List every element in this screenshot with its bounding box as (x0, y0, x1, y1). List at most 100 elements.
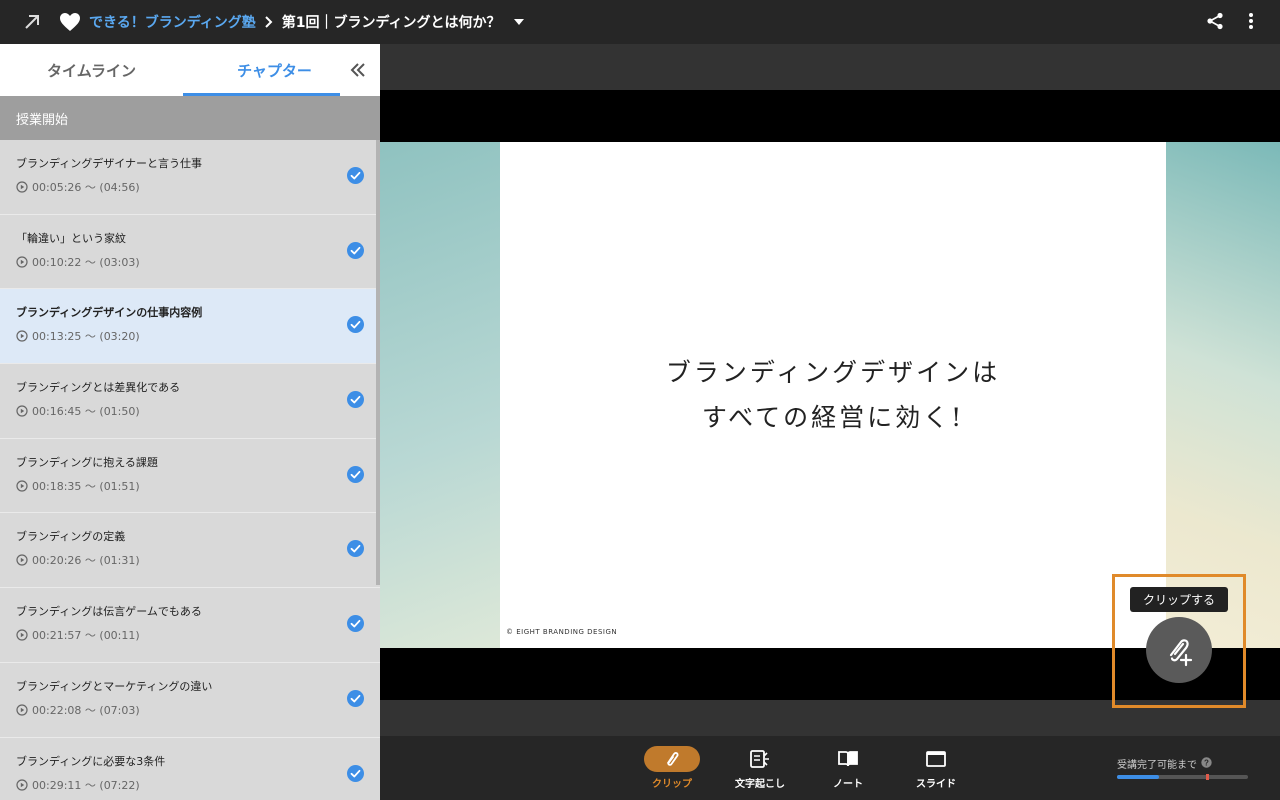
chapter-time: 00:10:22 〜 (03:03) (16, 254, 380, 270)
collapse-sidebar-icon[interactable] (346, 58, 370, 82)
chapter-title: ブランディングデザインの仕事内容例 (16, 306, 203, 320)
play-circle-icon (16, 480, 28, 492)
play-circle-icon (16, 778, 28, 791)
chapter-item[interactable]: ブランディングデザイナーと言う仕事 00:05:26 〜 (04:56) (0, 140, 380, 215)
chapter-time-text: 00:18:35 〜 (01:51) (32, 479, 140, 493)
play-circle-icon (16, 629, 28, 641)
tab-timeline[interactable]: タイムライン (0, 44, 183, 96)
paperclip-plus-icon (1169, 639, 1193, 667)
check-circle-icon (347, 689, 364, 707)
section-header: 授業開始 (0, 96, 380, 140)
chapter-time: 00:05:26 〜 (04:56) (16, 179, 380, 195)
completion-threshold-marker (1206, 774, 1210, 780)
clip-tooltip: クリップする (1130, 587, 1228, 612)
course-title-link[interactable]: できる！ブランディング塾 (89, 12, 256, 32)
chapter-time: 00:29:11 〜 (07:22) (16, 777, 380, 793)
clip-tool-label: クリップ (652, 779, 692, 790)
top-bar: できる！ブランディング塾 第1回｜ブランディングとは何か？ (0, 0, 1280, 44)
sidebar-tabs: タイムライン チャプター (0, 44, 380, 96)
slide-background-left (380, 142, 500, 648)
note-tool-label: ノート (833, 779, 863, 790)
check-circle-icon (347, 241, 364, 259)
slide-card: ブランディングデザインは すべての経営に効く! © EIGHT BRANDING… (500, 142, 1166, 648)
chapter-title: ブランディングとマーケティングの違い (16, 679, 213, 693)
chapter-title: ブランディングデザイナーと言う仕事 (16, 157, 203, 170)
chapter-title: ブランディングに必要な3条件 (16, 754, 166, 768)
chapter-time-text: 00:20:26 〜 (01:31) (32, 554, 140, 568)
note-tool-button[interactable]: ノート (808, 746, 888, 790)
more-vertical-icon[interactable] (1240, 10, 1262, 32)
transcript-icon (732, 746, 788, 772)
slide-headline: ブランディングデザインは すべての経営に効く! (500, 350, 1166, 440)
completion-progress-label: 受講完了可能まで ? (1117, 756, 1212, 771)
lesson-title[interactable]: 第1回｜ブランディングとは何か？ (282, 12, 501, 32)
chapter-title: ブランディングとは差異化である (16, 381, 181, 395)
chapter-time: 00:18:35 〜 (01:51) (16, 478, 380, 494)
transcript-tool-button[interactable]: 文字起こし (720, 746, 800, 790)
bottom-toolbar: クリップ 文字起こし ノート スライド 受講完了可能まで ? (380, 736, 1280, 800)
video-player[interactable]: ブランディングデザインは すべての経営に効く! © EIGHT BRANDING… (380, 44, 1280, 736)
chapter-sidebar: タイムライン チャプター 授業開始 ブランディングデザイナーと言う仕事 00:05… (0, 44, 380, 800)
chapter-item[interactable]: ブランディングは伝言ゲームでもある 00:21:57 〜 (00:11) (0, 588, 380, 663)
completion-progress-bar (1117, 774, 1248, 780)
check-circle-icon (347, 391, 364, 409)
chapter-time: 00:13:25 〜 (03:20) (16, 328, 380, 344)
slide-tool-label: スライド (916, 779, 956, 790)
check-circle-icon (347, 316, 364, 334)
transcript-tool-label: 文字起こし (735, 779, 785, 790)
chapter-item[interactable]: ブランディングデザインの仕事内容例 00:13:25 〜 (03:20) (0, 289, 380, 365)
slide-tool-button[interactable]: スライド (896, 746, 976, 790)
chapter-title: ブランディングは伝言ゲームでもある (16, 605, 202, 619)
chapter-time: 00:21:57 〜 (00:11) (16, 627, 380, 643)
chapter-item[interactable]: ブランディングの定義 00:20:26 〜 (01:31) (0, 513, 380, 589)
chapter-time: 00:22:08 〜 (07:03) (16, 702, 380, 718)
chapter-time-text: 00:16:45 〜 (01:50) (32, 405, 140, 419)
chapter-item[interactable]: ブランディングに必要な3条件 00:29:11 〜 (07:22) (0, 737, 380, 800)
slide-headline-line2: すべての経営に効く! (701, 403, 965, 432)
check-circle-icon (347, 540, 364, 558)
completion-progress-text: 受講完了可能まで (1117, 760, 1197, 771)
slide-icon (908, 746, 964, 772)
tab-chapter[interactable]: チャプター (183, 44, 366, 96)
slide-background-right (1166, 142, 1280, 648)
chevron-right-icon (264, 15, 278, 29)
notebook-icon (820, 746, 876, 772)
completion-progress-fill (1117, 775, 1159, 779)
chapter-time: 00:16:45 〜 (01:50) (16, 403, 380, 419)
play-circle-icon (16, 405, 28, 417)
check-circle-icon (347, 167, 364, 184)
play-circle-icon (16, 554, 28, 567)
slide-headline-line1: ブランディングデザインは (665, 358, 1001, 387)
lecture-slide: ブランディングデザインは すべての経営に効く! © EIGHT BRANDING… (380, 142, 1280, 648)
chapter-title: 「輪違い」という家紋 (16, 231, 126, 245)
chapter-title: ブランディングの定義 (16, 530, 126, 544)
chapter-time: 00:20:26 〜 (01:31) (16, 552, 380, 568)
chapter-time-text: 00:10:22 〜 (03:03) (32, 255, 140, 269)
chapter-time-text: 00:05:26 〜 (04:56) (32, 181, 140, 194)
exit-arrow-icon[interactable] (17, 7, 47, 37)
play-circle-icon (16, 256, 28, 268)
chapter-item[interactable]: ブランディングとは差異化である 00:16:45 〜 (01:50) (0, 364, 380, 439)
chapter-item[interactable]: ブランディングに抱える課題 00:18:35 〜 (01:51) (0, 438, 380, 514)
play-circle-icon (16, 330, 28, 342)
help-icon[interactable]: ? (1201, 756, 1212, 771)
play-circle-icon (16, 704, 28, 716)
chapter-item[interactable]: ブランディングとマーケティングの違い 00:22:08 〜 (07:03) (0, 662, 380, 738)
heart-icon[interactable] (59, 11, 81, 33)
check-circle-icon (347, 465, 364, 483)
chapter-list: ブランディングデザイナーと言う仕事 00:05:26 〜 (04:56) 「輪違い」… (0, 140, 380, 800)
check-circle-icon (347, 615, 364, 633)
chapter-time-text: 00:22:08 〜 (07:03) (32, 703, 140, 717)
add-clip-button[interactable] (1146, 617, 1212, 683)
chapter-title: ブランディングに抱える課題 (16, 455, 158, 469)
check-circle-icon (347, 764, 364, 782)
share-icon[interactable] (1204, 10, 1226, 32)
chapter-time-text: 00:29:11 〜 (07:22) (32, 778, 140, 792)
chapter-item[interactable]: 「輪違い」という家紋 00:10:22 〜 (03:03) (0, 214, 380, 290)
clip-tool-button[interactable]: クリップ (632, 746, 712, 790)
chapter-time-text: 00:13:25 〜 (03:20) (32, 330, 140, 344)
paperclip-icon (644, 746, 700, 772)
chapter-time-text: 00:21:57 〜 (00:11) (32, 629, 140, 643)
slide-copyright: © EIGHT BRANDING DESIGN (506, 628, 618, 636)
chevron-down-icon[interactable] (513, 15, 527, 29)
